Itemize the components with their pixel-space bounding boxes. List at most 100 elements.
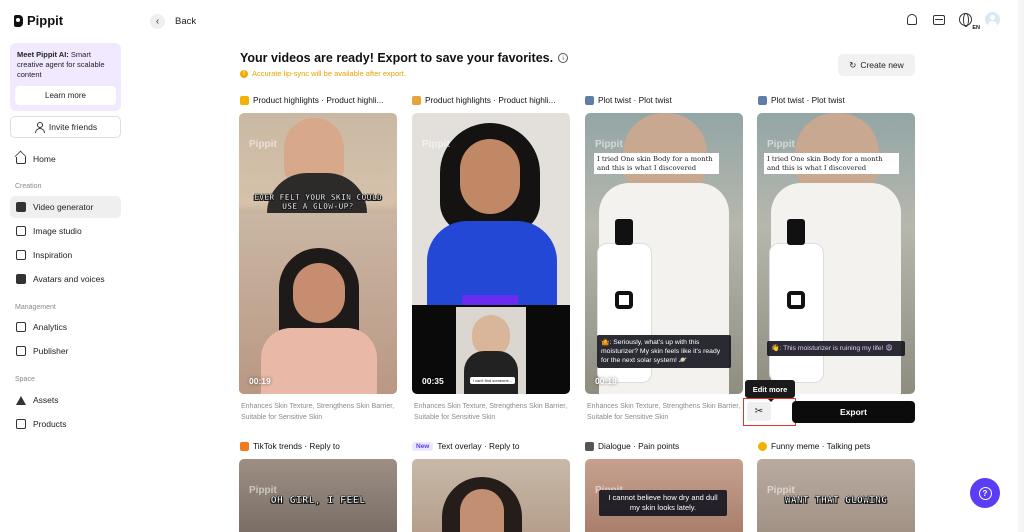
edit-more-tooltip: Edit more [745, 380, 795, 402]
wallet-icon [932, 14, 945, 25]
speech-bubble: 👋: This moisturizer is ruining my life! … [767, 341, 905, 356]
sparkle-icon [412, 95, 421, 105]
top-icons: EN [904, 12, 1000, 31]
learn-more-button[interactable]: Learn more [15, 86, 116, 105]
user-avatar[interactable] [985, 12, 1000, 27]
export-button[interactable]: Export [792, 401, 915, 423]
edit-more-button[interactable]: ✂ [747, 402, 771, 421]
add-person-icon [34, 122, 45, 133]
top-caption: I tried One skin Body for a month and th… [764, 153, 899, 174]
video-thumbnail[interactable] [412, 459, 570, 532]
create-new-label: Create new [860, 60, 904, 70]
help-button[interactable]: ? [970, 478, 1000, 508]
sidebar-item-label: Home [33, 154, 56, 164]
section-management: Management [15, 304, 56, 311]
notifications-button[interactable] [904, 12, 919, 27]
page-title: Your videos are ready! Export to save yo… [240, 51, 569, 65]
video-thumbnail[interactable]: Pippit EVER FELT YOUR SKIN COULD USE A G… [239, 113, 397, 394]
card-description: Enhances Skin Texture, Strengthens Skin … [587, 403, 741, 421]
sidebar-item-label: Publisher [33, 346, 69, 356]
assets-icon [16, 395, 26, 405]
home-icon [16, 157, 26, 164]
duration: 00:19 [249, 376, 271, 386]
duration: 00:18 [595, 376, 617, 386]
promo-text: Meet Pippit AI: Smart creative agent for… [17, 50, 113, 80]
sidebar-item-analytics[interactable]: Analytics [10, 316, 121, 338]
info-icon[interactable]: i [558, 53, 569, 63]
warning-icon: ! [240, 69, 248, 78]
back-label: Back [175, 16, 197, 27]
card-label-text: Dialogue · Pain points [598, 441, 680, 451]
card-description: Enhances Skin Texture, Strengthens Skin … [414, 403, 568, 421]
mini-caption: I can't find someone... [470, 377, 516, 384]
sidebar-item-inspiration[interactable]: Inspiration [10, 244, 121, 266]
sidebar-item-assets[interactable]: Assets [10, 389, 121, 411]
meme-caption: WANT THAT GLOWING [784, 495, 888, 506]
sidebar-item-label: Image studio [33, 226, 82, 236]
sidebar-item-label: Inspiration [33, 250, 73, 260]
product-bottle [769, 243, 824, 383]
card-label: Product highlights · Product highli... [412, 95, 556, 105]
video-thumbnail[interactable]: I tried One skin Body for a month and th… [757, 113, 915, 394]
pippit-watermark: Pippit [595, 139, 623, 150]
sidebar-item-label: Avatars and voices [33, 274, 105, 284]
video-thumbnail[interactable]: I can't find someone... Pippit 00:35 [412, 113, 570, 394]
duration: 00:35 [422, 376, 444, 386]
pippit-watermark: Pippit [767, 139, 795, 150]
bottle-pump [615, 219, 633, 245]
speech-bubble: 🤷: Seriously, what's up with this moistu… [597, 335, 731, 368]
create-new-button[interactable]: ↻ Create new [838, 54, 915, 76]
card-label: Dialogue · Pain points [585, 441, 679, 451]
card-label: TikTok trends · Reply to [240, 441, 340, 451]
inset-dress [464, 351, 518, 394]
card-label-text: Funny meme · Talking pets [771, 441, 871, 451]
new-badge: New [412, 441, 434, 451]
page-title-text: Your videos are ready! Export to save yo… [240, 51, 554, 65]
calendar-icon [16, 346, 26, 356]
sidebar-item-video-generator[interactable]: Video generator [10, 196, 121, 218]
sidebar-item-label: Products [33, 419, 67, 429]
card-label-text: Product highlights · Product highli... [425, 95, 556, 105]
person-face [460, 489, 504, 532]
fire-icon [240, 441, 249, 451]
promo-title: Meet Pippit AI: [17, 50, 69, 59]
sidebar-item-label: Assets [33, 395, 59, 405]
card-label: New Text overlay · Reply to [412, 441, 519, 451]
plot-twist-icon [758, 95, 767, 105]
analytics-icon [16, 322, 26, 332]
card-label: Funny meme · Talking pets [758, 441, 870, 451]
video-thumbnail[interactable]: Pippit WANT THAT GLOWING [757, 459, 915, 532]
scrollbar[interactable] [1018, 0, 1024, 532]
card-label-text: Plot twist · Plot twist [771, 95, 845, 105]
section-space: Space [15, 376, 35, 383]
avatars-icon [16, 274, 26, 284]
pippit-logo[interactable]: Pippit [14, 13, 63, 28]
card-label-text: Text overlay · Reply to [437, 441, 520, 451]
language-button[interactable]: EN [958, 12, 980, 31]
sidebar-item-avatars-voices[interactable]: Avatars and voices [10, 268, 121, 290]
video-thumbnail[interactable]: Pippit I cannot believe how dry and dull… [585, 459, 743, 532]
sidebar-item-image-studio[interactable]: Image studio [10, 220, 121, 242]
globe-icon [959, 13, 972, 27]
language-code: EN [972, 25, 980, 31]
bell-icon [906, 14, 917, 25]
section-creation: Creation [15, 183, 42, 190]
person-top [261, 328, 377, 394]
sparkle-icon [240, 95, 249, 105]
sidebar-item-products[interactable]: Products [10, 413, 121, 435]
card-description: Enhances Skin Texture, Strengthens Skin … [241, 403, 395, 421]
sidebar-item-publisher[interactable]: Publisher [10, 340, 121, 362]
meme-caption: OH GIRL, I FEEL [270, 495, 366, 506]
card-label-text: TikTok trends · Reply to [253, 441, 340, 451]
sidebar-item-home[interactable]: Home [10, 148, 121, 170]
invite-friends-button[interactable]: Invite friends [10, 116, 121, 138]
sidebar-item-label: Analytics [33, 322, 68, 332]
video-thumbnail[interactable]: I tried One skin Body for a month and th… [585, 113, 743, 394]
bottle-logo [615, 291, 633, 309]
person-face [623, 113, 707, 188]
video-thumbnail[interactable]: Pippit OH GIRL, I FEEL [239, 459, 397, 532]
edit-highlight-box: ✂ [743, 398, 796, 426]
back-button[interactable]: ‹ Back [150, 14, 196, 29]
question-icon: ? [978, 486, 992, 500]
credits-button[interactable] [931, 12, 946, 27]
